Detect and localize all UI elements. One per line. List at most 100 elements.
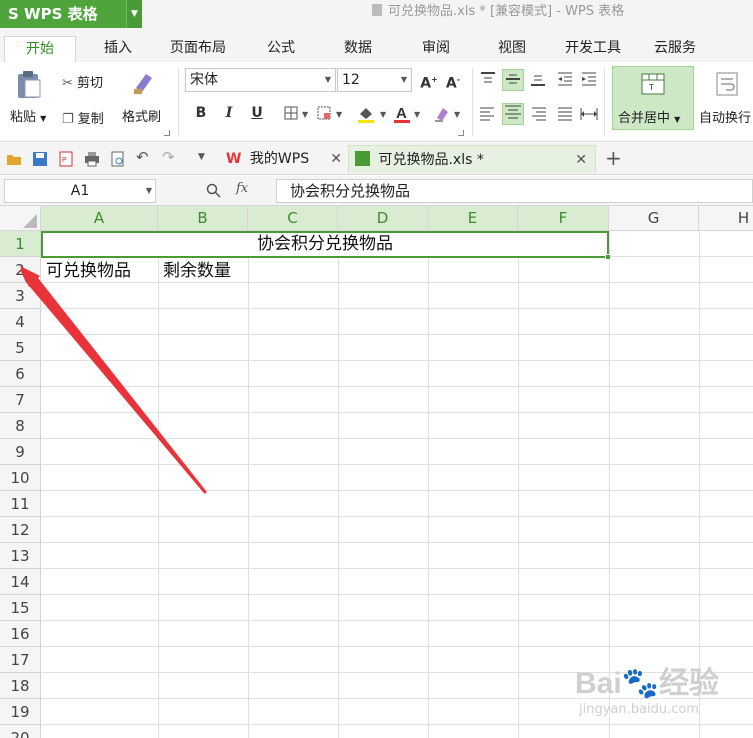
print-icon[interactable] bbox=[84, 151, 100, 167]
align-right-icon[interactable] bbox=[530, 106, 550, 122]
decrease-font-icon[interactable]: A- bbox=[442, 69, 464, 92]
zoom-search-icon[interactable] bbox=[206, 183, 222, 199]
select-all-corner[interactable] bbox=[0, 206, 41, 231]
fill-color-icon[interactable] bbox=[356, 104, 376, 124]
font-size-select[interactable]: 12 ▼ bbox=[337, 68, 412, 92]
column-header-b[interactable]: B bbox=[158, 206, 248, 231]
clipboard-launcher-icon[interactable] bbox=[164, 130, 170, 136]
row-header-13[interactable]: 13 bbox=[0, 543, 41, 569]
bold-button[interactable]: B bbox=[190, 102, 212, 124]
row-header-5[interactable]: 5 bbox=[0, 335, 41, 361]
borders-dropdown-icon[interactable]: ▼ bbox=[302, 110, 308, 119]
tab-review[interactable]: 审阅 bbox=[410, 36, 462, 62]
column-header-g[interactable]: G bbox=[609, 206, 699, 231]
print-preview-icon[interactable] bbox=[110, 151, 126, 167]
open-folder-icon[interactable] bbox=[6, 151, 22, 167]
tab-data[interactable]: 数据 bbox=[332, 36, 384, 62]
format-painter-icon[interactable] bbox=[132, 70, 156, 96]
increase-font-icon[interactable]: A+ bbox=[418, 69, 440, 92]
align-center-button[interactable] bbox=[502, 103, 524, 125]
wps-app-button[interactable]: S WPS 表格 bbox=[0, 0, 126, 28]
row-header-10[interactable]: 10 bbox=[0, 465, 41, 491]
clear-format-dropdown-icon[interactable]: ▼ bbox=[454, 110, 460, 119]
tab-insert[interactable]: 插入 bbox=[92, 36, 144, 62]
row-header-6[interactable]: 6 bbox=[0, 361, 41, 387]
fill-color-dropdown-icon[interactable]: ▼ bbox=[380, 110, 386, 119]
font-color-icon[interactable]: A bbox=[392, 104, 412, 124]
cell-b2[interactable]: 剩余数量 bbox=[163, 258, 231, 284]
align-middle-button[interactable] bbox=[502, 69, 524, 91]
customize-toolbar-icon[interactable]: ▼ bbox=[198, 152, 214, 168]
function-fx-icon[interactable]: fx bbox=[236, 181, 248, 196]
format-painter-button[interactable]: 格式刷 bbox=[122, 106, 161, 125]
paste-button[interactable]: 粘贴 ▼ bbox=[10, 106, 46, 125]
spreadsheet-grid[interactable]: A B C D E F G H 1 2 3 4 5 6 7 8 9 10 11 12 13 14 15 16 1… bbox=[0, 206, 753, 738]
align-left-icon[interactable] bbox=[478, 106, 498, 122]
tab-home[interactable]: 开始 bbox=[4, 36, 76, 62]
row-header-14[interactable]: 14 bbox=[0, 569, 41, 595]
merged-cell-a1-f1[interactable]: 协会积分兑换物品 bbox=[41, 231, 609, 258]
doc-tab-my-wps[interactable]: W 我的WPS ✕ bbox=[222, 145, 348, 173]
cell-a2[interactable]: 可兑换物品 bbox=[46, 258, 131, 284]
tab-view[interactable]: 视图 bbox=[486, 36, 538, 62]
column-header-a[interactable]: A bbox=[41, 206, 158, 231]
row-header-16[interactable]: 16 bbox=[0, 621, 41, 647]
column-header-h[interactable]: H bbox=[699, 206, 753, 231]
tab-formulas[interactable]: 公式 bbox=[256, 36, 306, 62]
wrap-text-button[interactable]: 自动换行 bbox=[699, 107, 751, 126]
row-header-20[interactable]: 20 bbox=[0, 725, 41, 738]
row-header-18[interactable]: 18 bbox=[0, 673, 41, 699]
row-header-9[interactable]: 9 bbox=[0, 439, 41, 465]
tab-developer[interactable]: 开发工具 bbox=[556, 36, 630, 62]
close-tab-icon[interactable]: ✕ bbox=[575, 146, 587, 174]
new-tab-plus-icon[interactable]: + bbox=[605, 146, 625, 170]
tab-page-layout[interactable]: 页面布局 bbox=[162, 36, 234, 62]
row-header-15[interactable]: 15 bbox=[0, 595, 41, 621]
app-menu-dropdown-icon[interactable]: ▼ bbox=[126, 0, 142, 28]
row-header-17[interactable]: 17 bbox=[0, 647, 41, 673]
row-header-8[interactable]: 8 bbox=[0, 413, 41, 439]
clear-format-icon[interactable] bbox=[432, 104, 452, 124]
name-box[interactable]: A1 ▼ bbox=[4, 179, 156, 203]
row-header-12[interactable]: 12 bbox=[0, 517, 41, 543]
copy-button[interactable]: ❐ 复制 bbox=[62, 108, 104, 127]
row-header-2[interactable]: 2 bbox=[0, 257, 41, 283]
wrap-text-icon[interactable] bbox=[716, 72, 738, 96]
close-tab-icon[interactable]: ✕ bbox=[330, 145, 342, 173]
decrease-indent-icon[interactable] bbox=[556, 70, 574, 88]
distributed-align-icon[interactable] bbox=[580, 106, 598, 122]
row-header-7[interactable]: 7 bbox=[0, 387, 41, 413]
save-icon[interactable] bbox=[32, 151, 48, 167]
row-header-11[interactable]: 11 bbox=[0, 491, 41, 517]
italic-button[interactable]: I bbox=[218, 102, 240, 124]
fill-handle[interactable] bbox=[605, 254, 611, 260]
column-header-c[interactable]: C bbox=[248, 206, 338, 231]
increase-indent-icon[interactable] bbox=[580, 70, 598, 88]
column-header-e[interactable]: E bbox=[428, 206, 518, 231]
row-header-19[interactable]: 19 bbox=[0, 699, 41, 725]
cut-button[interactable]: ✂ 剪切 bbox=[62, 72, 103, 91]
font-launcher-icon[interactable] bbox=[458, 130, 464, 136]
font-name-select[interactable]: 宋体 ▼ bbox=[185, 68, 336, 92]
tab-cloud[interactable]: 云服务 bbox=[644, 36, 706, 62]
name-box-dropdown-icon[interactable]: ▼ bbox=[146, 180, 152, 202]
column-header-d[interactable]: D bbox=[338, 206, 428, 231]
cell-style-icon[interactable] bbox=[317, 106, 331, 120]
undo-icon[interactable]: ↶ bbox=[136, 148, 152, 166]
row-header-3[interactable]: 3 bbox=[0, 283, 41, 309]
redo-icon[interactable]: ↷ bbox=[162, 148, 178, 166]
column-header-f[interactable]: F bbox=[518, 206, 609, 231]
export-pdf-icon[interactable]: P bbox=[58, 151, 74, 167]
paste-icon[interactable] bbox=[16, 70, 42, 100]
font-color-dropdown-icon[interactable]: ▼ bbox=[414, 110, 420, 119]
cell-style-dropdown-icon[interactable]: ▼ bbox=[336, 110, 342, 119]
row-header-4[interactable]: 4 bbox=[0, 309, 41, 335]
borders-icon[interactable] bbox=[284, 106, 298, 120]
underline-button[interactable]: U bbox=[246, 102, 268, 124]
doc-tab-active-file[interactable]: 可兑换物品.xls * ✕ bbox=[348, 145, 596, 173]
row-header-1[interactable]: 1 bbox=[0, 231, 41, 257]
justify-icon[interactable] bbox=[556, 106, 574, 122]
merge-center-button[interactable]: T 合并居中 ▼ bbox=[612, 66, 694, 130]
align-top-icon[interactable] bbox=[478, 70, 498, 88]
formula-input[interactable]: 协会积分兑换物品 bbox=[276, 179, 753, 203]
